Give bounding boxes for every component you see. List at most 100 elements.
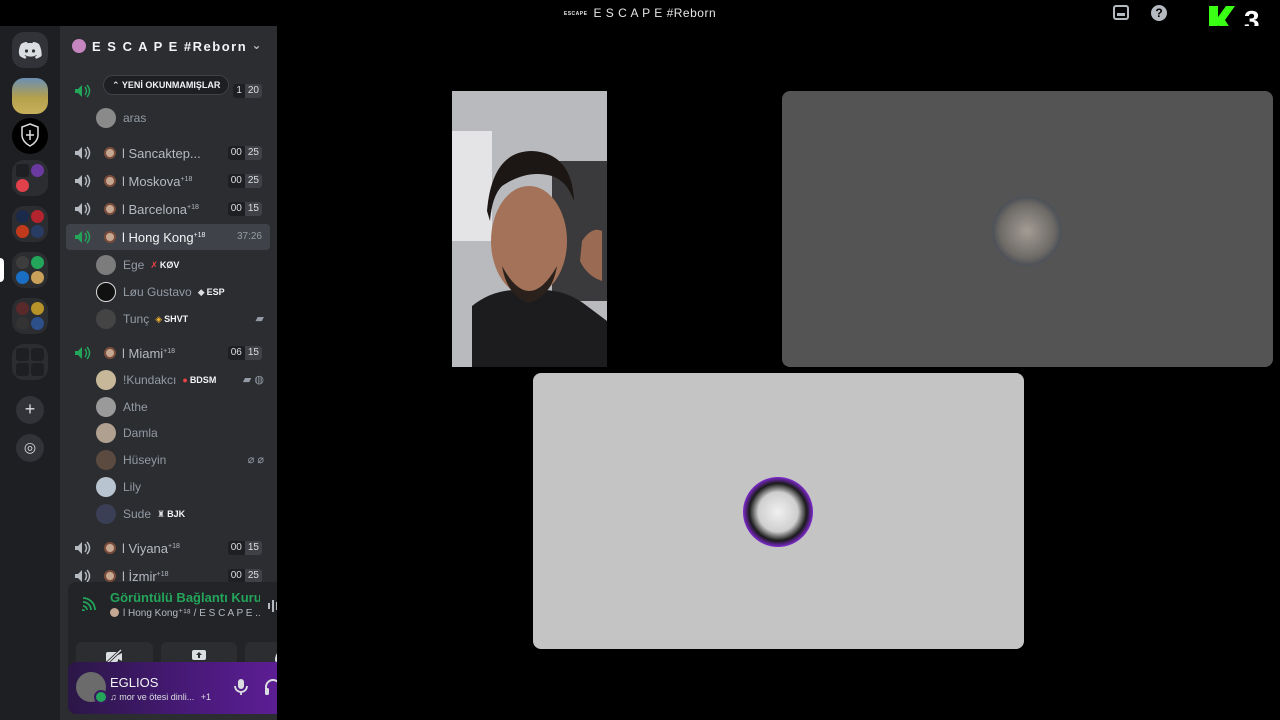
user-count: 00 25 [227,569,262,583]
voice-channel-moskova[interactable]: l Moskova+18 00 25 [66,168,270,194]
channel-icon [104,347,116,359]
discord-home-button[interactable] [12,32,48,68]
user-name: Tunç [123,312,150,326]
channel-name: l Moskova+18 [122,173,193,189]
voice-user-athe[interactable]: Athe [96,395,270,419]
server-icon-field[interactable] [12,78,48,114]
video-tile-avatar-2[interactable] [533,373,1024,649]
server-icon [31,302,44,315]
user-tag: ● BDSM [182,375,217,385]
help-icon[interactable]: ? [1151,5,1167,21]
user-avatar[interactable] [76,672,108,704]
channel-icon [104,231,116,243]
channel-name: l Barcelona+18 [122,201,199,217]
user-count: 06 15 [227,346,262,360]
add-server-icon[interactable]: + [16,396,44,424]
camera-icon: ▰ ◍ [242,374,264,386]
user-tag: ◆ ESP [197,286,225,297]
diamond-icon: ◆ [197,286,205,297]
window-title: ESCAPE E S C A P E #Reborn [0,6,1280,20]
user-count: 1 20 [233,84,262,98]
guild-header[interactable]: E S C A P E #Reborn ⌄ [60,26,277,68]
server-icon [31,179,44,192]
video-tile-camera[interactable] [452,91,607,367]
voice-channel-hong-kong[interactable]: l Hong Kong+18 37:26 [66,224,270,250]
speaker-icon [75,146,91,160]
k-server-icon [16,164,29,177]
discover-icon[interactable]: ◎ [16,434,44,462]
channel-name: l Hong Kong+18 [122,229,206,245]
chevron-down-icon[interactable]: ⌄ [251,38,263,52]
server-folder-5[interactable] [12,344,48,380]
guild-name: E S C A P E #Reborn [92,39,248,54]
star-server-icon [16,271,29,284]
channel-name: l Viyana+18 [122,540,180,556]
user-name: Løu Gustavo [123,285,192,299]
speaker-icon [75,569,91,583]
speaker-icon [75,174,91,188]
voice-channel-sancaktepe[interactable]: l Sancaktep... 00 25 [66,140,270,166]
server-folder-2[interactable] [12,206,48,242]
voice-user-lily[interactable]: Lily [96,475,270,499]
microphone-icon[interactable] [232,678,250,696]
user-name: !Kundakcı [123,373,177,387]
sword-icon: ✗ [150,259,158,270]
trophy-icon: ♜ [157,508,166,519]
avatar [96,370,116,390]
voice-user-tunc[interactable]: Tunç ◈ SHVT ▰ [96,307,270,331]
server-icon [31,256,44,269]
server-icon [16,363,29,376]
voice-location[interactable]: l Hong Kong⁺¹⁸ / E S C A P E ... [110,608,260,619]
channel-icon [104,147,116,159]
discord-icon [18,42,42,59]
channel-icon [110,608,119,617]
user-count: 00 15 [227,202,262,216]
server-icon [31,348,44,361]
server-folder-4[interactable] [12,298,48,334]
speaker-icon [75,202,91,216]
username[interactable]: EGLIOS [110,675,158,690]
channel-icon [104,175,116,187]
new-unreads-button[interactable]: ⌃ YENİ OKUNMAMIŞLAR [103,75,230,95]
voice-channel-viyana[interactable]: l Viyana+18 00 15 [66,535,270,561]
voice-channel-barcelona[interactable]: l Barcelona+18 00 15 [66,196,270,222]
voice-user-damla[interactable]: Damla [96,421,270,445]
avatar [96,450,116,470]
server-icon [31,164,44,177]
skull-icon: ● [182,375,188,385]
user-name: Damla [123,426,158,440]
user-status: ♫ mor ve ötesi dinli... +1 [110,692,212,702]
voice-user-ege[interactable]: Ege ✗ KØV [96,253,270,277]
voice-user-aras[interactable]: aras [96,106,270,130]
user-name: Ege [123,258,145,272]
person-video-feed [452,91,607,367]
muted-deafened-icon: ⌀ ⌀ [247,454,264,466]
voice-user-lou-gustavo[interactable]: Løu Gustavo ◆ ESP [96,280,270,304]
user-name: Sude [123,507,152,521]
voice-status-text[interactable]: Görüntülü Bağlantı Kuruldu [110,590,260,605]
voice-user-kundakci[interactable]: !Kundakcı ● BDSM ▰ ◍ [96,368,270,392]
user-count: 00 15 [227,541,262,555]
server-folder-1[interactable] [12,160,48,196]
voice-channel-miami[interactable]: l Miami+18 06 15 [66,340,270,366]
channel-icon [104,203,116,215]
server-folder-3[interactable] [12,252,48,288]
channel-icon [104,570,116,582]
inbox-icon[interactable] [1113,5,1129,20]
signal-icon[interactable] [82,597,98,611]
channel-icon [104,542,116,554]
voice-channel-izmir[interactable]: l İzmir+18 00 25 [66,563,270,584]
voice-user-sude[interactable]: Sude ♜ BJK [96,502,270,526]
server-icon [16,179,29,192]
avatar [96,397,116,417]
video-tile-avatar-1[interactable] [782,91,1273,367]
title-bar: ESCAPE E S C A P E #Reborn ? [0,0,1280,26]
server-icon [31,225,44,238]
server-icon-shield[interactable] [12,118,48,154]
user-name: Hüseyin [123,453,167,467]
user-tag: ◈ SHVT [155,313,189,324]
speaker-icon [75,84,91,98]
user-name: aras [123,111,147,125]
avatar [96,282,116,302]
voice-user-huseyin[interactable]: Hüseyin ⌀ ⌀ [96,448,270,472]
